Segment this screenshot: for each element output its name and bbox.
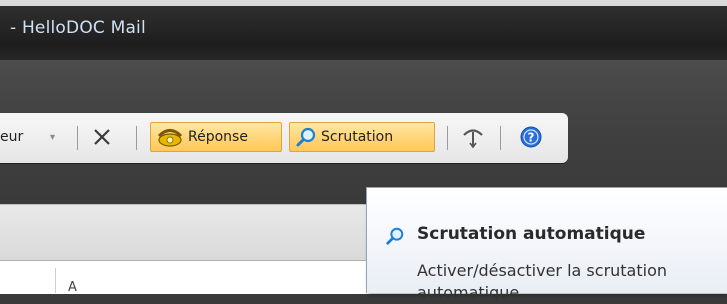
reponse-label: Réponse [188, 129, 248, 145]
reponse-button[interactable]: Réponse [150, 122, 282, 152]
tooltip-title: Scrutation automatique [417, 224, 646, 244]
close-button[interactable] [89, 122, 115, 152]
search-icon [296, 127, 316, 147]
close-icon [94, 129, 110, 145]
antenna-icon [463, 129, 483, 149]
chevron-down-icon[interactable]: ▾ [50, 122, 55, 152]
separator [77, 126, 78, 150]
dropdown-label[interactable]: eur [0, 122, 23, 152]
title-bar: - HelloDOC Mail [0, 0, 727, 60]
antenna-button[interactable] [459, 122, 487, 152]
scrutation-label: Scrutation [321, 129, 394, 145]
separator [500, 126, 501, 150]
separator [136, 126, 137, 150]
help-icon: ? [520, 126, 542, 148]
toolbar: eur ▾ Réponse Scrutation ? [0, 113, 568, 163]
window-title: - HelloDOC Mail [10, 18, 146, 38]
search-icon [386, 227, 404, 245]
tooltip-description: Activer/désactiver la scrutation automat… [417, 261, 668, 302]
help-button[interactable]: ? [517, 122, 545, 152]
separator [447, 126, 448, 150]
scrutation-button[interactable]: Scrutation [289, 122, 435, 152]
svg-text:?: ? [528, 131, 535, 145]
tooltip: Scrutation automatique Activer/désactive… [366, 187, 727, 302]
telephone-icon [157, 129, 183, 147]
column-divider [55, 268, 56, 293]
